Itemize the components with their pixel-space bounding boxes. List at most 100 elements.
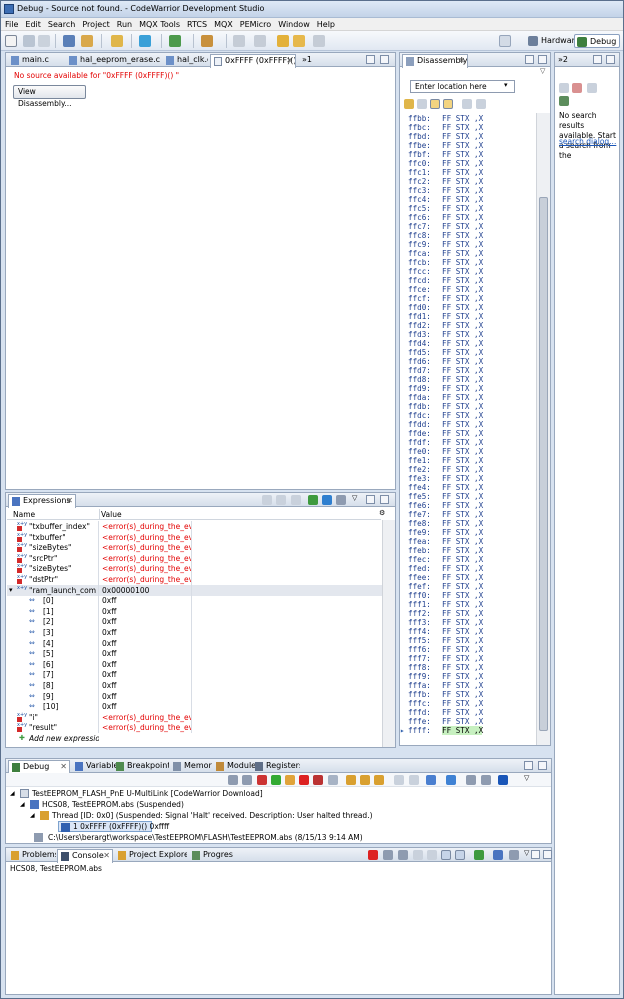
minimize-icon[interactable] xyxy=(366,55,375,64)
expression-row[interactable]: ⇔ [3] 0xff xyxy=(7,627,385,638)
disassembly-row[interactable]: ffec: FF STX ,X xyxy=(408,555,483,564)
expanded-arrow-icon[interactable]: ◢ xyxy=(20,799,25,810)
expression-row[interactable]: ⇔ [8] 0xff xyxy=(7,680,385,691)
connect-icon[interactable] xyxy=(242,775,252,785)
layout-icon[interactable] xyxy=(262,495,272,505)
tab-overflow[interactable]: »2 xyxy=(556,54,574,67)
display-console-icon[interactable] xyxy=(493,850,503,860)
search-history-icon[interactable] xyxy=(559,83,569,93)
prev-annotation-icon[interactable] xyxy=(254,35,266,47)
disassembly-row[interactable]: ffbe: FF STX ,X xyxy=(408,141,483,150)
restart-icon[interactable] xyxy=(257,775,267,785)
disassembly-row[interactable]: ▸ ffff: FF STX ,X xyxy=(400,726,483,735)
instruction-step-icon[interactable] xyxy=(394,775,404,785)
open-console-icon[interactable] xyxy=(509,850,519,860)
disassembly-row[interactable]: ffc3: FF STX ,X xyxy=(408,186,483,195)
disassembly-row[interactable]: ffcf: FF STX ,X xyxy=(408,294,483,303)
expression-value[interactable]: <error(s)_during_the_eval... xyxy=(100,722,192,734)
disassembly-row[interactable]: ffbb: FF STX ,X xyxy=(408,114,483,123)
disassembly-row[interactable]: ffd4: FF STX ,X xyxy=(408,339,483,348)
run-external-icon[interactable] xyxy=(201,35,213,47)
disassembly-row[interactable]: fffb: FF STX ,X xyxy=(408,690,483,699)
disassembly-row[interactable]: ffcc: FF STX ,X xyxy=(408,267,483,276)
cancel-search-icon[interactable] xyxy=(572,83,582,93)
close-icon[interactable]: ✕ xyxy=(66,495,73,507)
remove-all-icon[interactable] xyxy=(336,495,346,505)
disassembly-row[interactable]: fffd: FF STX ,X xyxy=(408,708,483,717)
key-icon[interactable] xyxy=(111,35,123,47)
save-all-icon[interactable] xyxy=(38,35,50,47)
debug-config-icon[interactable] xyxy=(169,35,181,47)
expression-value[interactable]: <error(s)_during_the_eval... xyxy=(100,574,192,585)
expression-value[interactable]: 0xff xyxy=(100,616,192,628)
disassembly-row[interactable]: ffd2: FF STX ,X xyxy=(408,321,483,330)
menu-window[interactable]: Window xyxy=(274,18,313,30)
disassembly-row[interactable]: ffd6: FF STX ,X xyxy=(408,357,483,366)
disassembly-list[interactable]: ffbb: FF STX ,X ffbc: FF STX ,X ffbd: FF STX … xyxy=(400,114,536,735)
disassembly-row[interactable]: fff6: FF STX ,X xyxy=(408,645,483,654)
disassembly-row[interactable]: ffe6: FF STX ,X xyxy=(408,501,483,510)
disassembly-row[interactable]: ffbd: FF STX ,X xyxy=(408,132,483,141)
minimize-icon[interactable] xyxy=(531,850,540,859)
disassembly-row[interactable]: ffe7: FF STX ,X xyxy=(408,510,483,519)
ungroup-icon[interactable] xyxy=(481,775,491,785)
collapse-icon[interactable] xyxy=(291,495,301,505)
disassembly-row[interactable]: ffdc: FF STX ,X xyxy=(408,411,483,420)
disassembly-row[interactable]: ffd0: FF STX ,X xyxy=(408,303,483,312)
expression-row[interactable]: x+y"sizeBytes"<error(s)_during_the_eval.… xyxy=(7,542,385,554)
disassembly-row[interactable]: fff0: FF STX ,X xyxy=(408,591,483,600)
group-icon[interactable] xyxy=(466,775,476,785)
disassembly-row[interactable]: fff7: FF STX ,X xyxy=(408,654,483,663)
disassembly-row[interactable]: ffe1: FF STX ,X xyxy=(408,456,483,465)
tab-console[interactable]: Console ✕ xyxy=(57,849,113,863)
scroll-thumb[interactable] xyxy=(539,197,548,731)
expression-row[interactable]: ▾ x+y "ram_launch_com 0x00000100 xyxy=(7,584,385,596)
expressions-tree[interactable]: x+y "txbuffer_index" <error(s)_during_the_… xyxy=(7,521,385,743)
expression-row[interactable]: x+y"result"<error(s)_during_the_eval... xyxy=(7,722,385,734)
scroll-lock-icon[interactable] xyxy=(427,850,437,860)
tab-variables[interactable]: Variables xyxy=(72,760,116,773)
expression-row[interactable]: ⇔ [10] 0xff xyxy=(7,701,385,713)
disassembly-row[interactable]: ffc4: FF STX ,X xyxy=(408,195,483,204)
disassembly-row[interactable]: ffca: FF STX ,X xyxy=(408,249,483,258)
disassembly-row[interactable]: ffef: FF STX ,X xyxy=(408,582,483,591)
goto-pc-icon[interactable] xyxy=(404,99,414,109)
step-return-icon[interactable] xyxy=(374,775,384,785)
disassembly-row[interactable]: ffcd: FF STX ,X xyxy=(408,276,483,285)
expression-value[interactable]: 0xff xyxy=(100,680,192,691)
disassembly-row[interactable]: fff3: FF STX ,X xyxy=(408,618,483,627)
pin-icon[interactable] xyxy=(476,99,486,109)
more-icon[interactable] xyxy=(498,775,508,785)
location-input[interactable]: Enter location here xyxy=(410,80,515,93)
column-settings-icon[interactable]: ⚙ xyxy=(379,509,385,517)
expression-value[interactable]: 0xff xyxy=(100,605,192,617)
terminate-icon[interactable] xyxy=(368,850,378,860)
run-control-icon[interactable] xyxy=(446,775,456,785)
expression-value[interactable]: <error(s)_during_the_eval... xyxy=(100,563,192,575)
collapse-all-icon[interactable] xyxy=(276,495,286,505)
disassembly-row[interactable]: ffee: FF STX ,X xyxy=(408,573,483,582)
maximize-icon[interactable] xyxy=(538,761,547,770)
disassembly-row[interactable]: ffc1: FF STX ,X xyxy=(408,168,483,177)
expression-value[interactable]: 0xff xyxy=(100,648,192,660)
debug-tree[interactable]: ◢ TestEEPROM_FLASH_PnE U-MultiLink [CodeW… xyxy=(6,788,551,844)
save-icon[interactable] xyxy=(23,35,35,47)
disassembly-row[interactable]: ffd5: FF STX ,X xyxy=(408,348,483,357)
disassembly-row[interactable]: ffc8: FF STX ,X xyxy=(408,231,483,240)
disassembly-row[interactable]: ffdb: FF STX ,X xyxy=(408,402,483,411)
tab-memory[interactable]: Memory xyxy=(170,760,212,773)
view-menu-icon[interactable]: ▽ xyxy=(524,849,529,857)
expression-value[interactable]: 0xff xyxy=(100,669,192,681)
close-icon[interactable]: ✕ xyxy=(103,850,110,862)
disassembly-row[interactable]: ffcb: FF STX ,X xyxy=(408,258,483,267)
reset-icon[interactable] xyxy=(328,775,338,785)
maximize-icon[interactable] xyxy=(380,55,389,64)
show-on-stdout-icon[interactable] xyxy=(441,850,451,860)
last-edit-icon[interactable] xyxy=(277,35,289,47)
remove-expression-icon[interactable] xyxy=(322,495,332,505)
disassembly-row[interactable]: ffe0: FF STX ,X xyxy=(408,447,483,456)
disassembly-row[interactable]: ffda: FF STX ,X xyxy=(408,393,483,402)
add-expression-row[interactable]: ✚ Add new expressio xyxy=(7,733,385,744)
expression-row[interactable]: x+y "txbuffer_index" <error(s)_during_the_… xyxy=(7,521,385,532)
disassembly-row[interactable]: ffe9: FF STX ,X xyxy=(408,528,483,537)
